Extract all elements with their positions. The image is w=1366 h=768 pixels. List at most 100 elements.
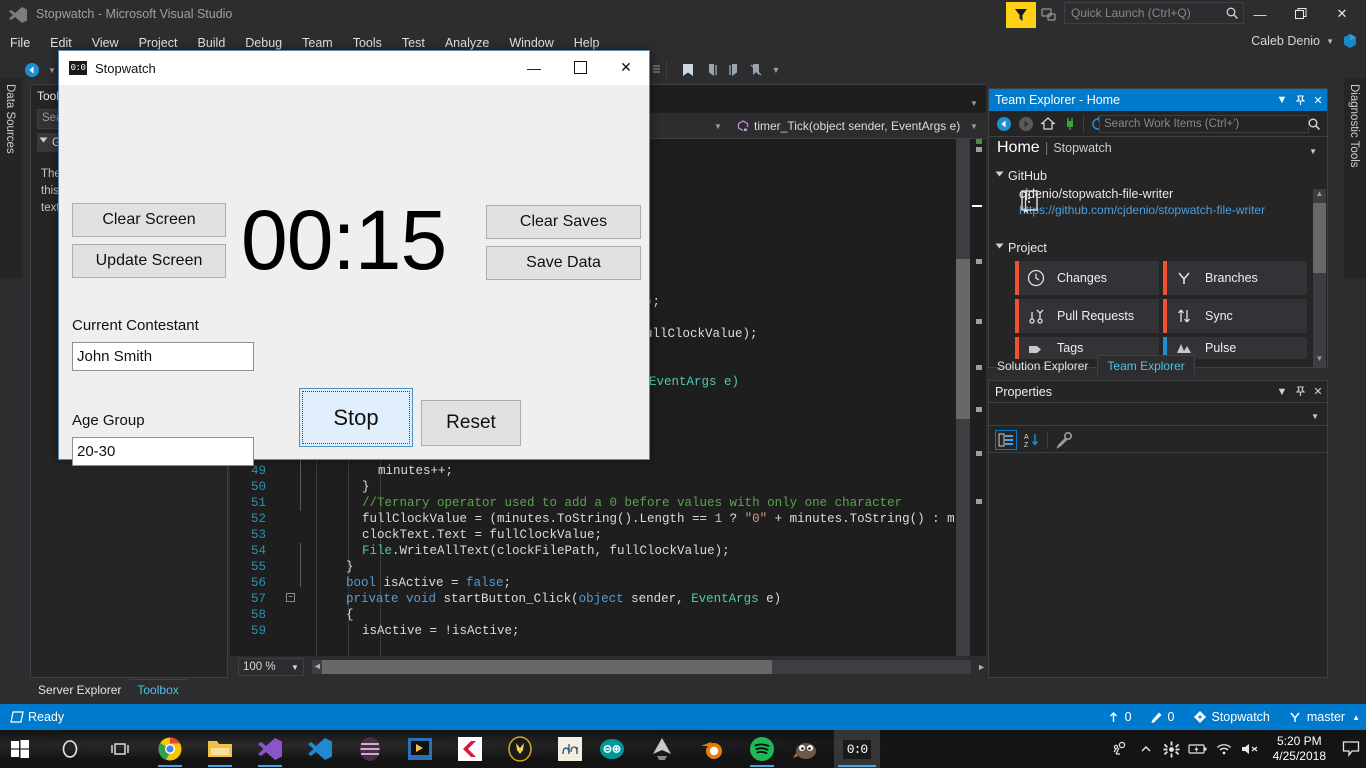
navigate-backward-icon[interactable] (22, 60, 42, 80)
previous-bookmark-icon[interactable] (702, 60, 722, 80)
inkscape-icon[interactable] (648, 735, 676, 763)
volume-muted-icon[interactable] (1237, 730, 1263, 768)
menu-file[interactable]: File (0, 33, 40, 53)
blender-icon[interactable] (698, 735, 726, 763)
pin-icon[interactable] (1291, 91, 1309, 109)
action-center-icon[interactable] (1336, 730, 1366, 768)
cortana-icon[interactable] (56, 735, 84, 763)
stop-button[interactable]: Stop (299, 388, 413, 447)
code-line[interactable]: 49 minutes++; (230, 463, 970, 479)
type-dropdown-caret-icon[interactable]: ▼ (714, 122, 722, 131)
clear-bookmarks-icon[interactable] (746, 60, 766, 80)
back-icon[interactable] (995, 115, 1013, 133)
taskbar-clock[interactable]: 5:20 PM 4/25/2018 (1273, 734, 1326, 764)
media-player-icon[interactable] (406, 735, 434, 763)
connect-icon[interactable] (1061, 115, 1079, 133)
status-repository[interactable]: Stopwatch (1193, 710, 1270, 724)
user-account-name[interactable]: Caleb Denio (1251, 34, 1320, 48)
battery-icon[interactable] (1185, 730, 1211, 768)
current-contestant-input[interactable] (72, 342, 254, 371)
breadcrumb-home[interactable]: Home (997, 139, 1040, 157)
code-line[interactable]: 52 fullClockValue = (minutes.ToString().L… (230, 511, 970, 527)
code-line[interactable]: 56 bool isActive = false; (230, 575, 970, 591)
file-explorer-icon[interactable] (206, 735, 234, 763)
code-line[interactable]: 57 − private void startButton_Click(object… (230, 591, 970, 607)
task-view-icon[interactable] (106, 735, 134, 763)
tile-pull-requests[interactable]: Pull Requests (1015, 299, 1159, 333)
quick-launch-input[interactable] (1065, 3, 1225, 23)
editor-scroll-thumb[interactable] (956, 259, 970, 419)
notifications-icon[interactable] (1040, 6, 1058, 24)
people-icon[interactable] (1107, 730, 1133, 768)
panel-menu-icon[interactable]: ▼ (1273, 383, 1291, 401)
properties-object-combo[interactable]: ▼ (989, 404, 1327, 426)
tab-solution-explorer[interactable]: Solution Explorer (988, 356, 1097, 376)
cura-icon[interactable] (456, 735, 484, 763)
status-unpublished-commits[interactable]: 0 (1107, 710, 1132, 724)
tab-server-explorer[interactable]: Server Explorer (30, 680, 129, 700)
code-line[interactable]: 59 isActive = !isActive; (230, 623, 970, 639)
stopwatch-maximize-button[interactable] (557, 51, 603, 84)
gimp-icon[interactable] (792, 735, 820, 763)
fold-toggle-icon[interactable]: − (286, 593, 295, 602)
close-icon[interactable]: ✕ (1309, 383, 1327, 401)
status-uncommitted-changes[interactable]: 0 (1150, 710, 1175, 724)
code-line[interactable]: 55} (230, 559, 970, 575)
chevron-up-icon[interactable]: ▲ (1352, 713, 1360, 722)
toggle-bookmark-icon[interactable] (678, 60, 698, 80)
zoom-level-combo[interactable]: 100 % ▼ (238, 658, 304, 676)
update-screen-button[interactable]: Update Screen (72, 244, 226, 278)
search-icon[interactable] (1305, 115, 1323, 133)
editor-options-caret-icon[interactable]: ▼ (970, 99, 978, 108)
member-dropdown-caret-icon[interactable]: ▼ (970, 122, 978, 131)
tab-team-explorer[interactable]: Team Explorer (1097, 355, 1195, 376)
section-project[interactable]: Project (995, 241, 1047, 255)
send-feedback-button[interactable] (1006, 2, 1036, 28)
stopwatch-close-button[interactable]: ✕ (603, 51, 649, 84)
musescore-icon[interactable] (556, 735, 584, 763)
minimize-button[interactable]: — (1240, 0, 1280, 28)
data-sources-dock[interactable]: Data Sources (0, 78, 22, 278)
github-repository-row[interactable]: cjdenio/stopwatch-file-writer https://gi… (1019, 187, 1265, 217)
editor-vertical-scrollbar[interactable] (956, 139, 970, 659)
stopwatch-taskbar-icon[interactable]: 0:0 (842, 735, 872, 763)
show-hidden-icons-icon[interactable] (1133, 730, 1159, 768)
repository-url[interactable]: https://github.com/cjdenio/stopwatch-fil… (1019, 203, 1265, 217)
arduino-icon[interactable] (598, 735, 626, 763)
team-explorer-scrollbar[interactable]: ▲ ▼ (1313, 189, 1326, 367)
tile-sync[interactable]: Sync (1163, 299, 1307, 333)
properties-icon[interactable] (1053, 430, 1075, 450)
visual-studio-icon[interactable] (256, 735, 284, 763)
vs-code-icon[interactable] (306, 735, 334, 763)
tile-branches[interactable]: Branches (1163, 261, 1307, 295)
home-icon[interactable] (1039, 115, 1057, 133)
next-bookmark-icon[interactable] (724, 60, 744, 80)
categorized-icon[interactable] (995, 430, 1017, 450)
tile-changes[interactable]: Changes (1015, 261, 1159, 295)
spotify-icon[interactable] (748, 735, 776, 763)
pin-icon[interactable] (1291, 383, 1309, 401)
alphabetical-icon[interactable]: AZ (1021, 430, 1043, 450)
fusion360-icon[interactable] (506, 735, 534, 763)
editor-horizontal-scrollbar[interactable]: ◄ (311, 660, 972, 674)
reset-button[interactable]: Reset (421, 400, 521, 446)
tab-toolbox[interactable]: Toolbox (129, 679, 187, 700)
quick-launch[interactable] (1064, 2, 1244, 24)
code-line[interactable]: 58 { (230, 607, 970, 623)
clear-saves-button[interactable]: Clear Saves (486, 205, 641, 239)
breadcrumb-dropdown-icon[interactable]: ▼ (1309, 147, 1317, 156)
clear-screen-button[interactable]: Clear Screen (72, 203, 226, 237)
stopwatch-minimize-button[interactable]: — (511, 51, 557, 84)
editor-hscroll-thumb[interactable] (321, 660, 772, 674)
ubuntu-icon[interactable] (356, 735, 384, 763)
start-button-icon[interactable] (10, 739, 30, 759)
close-icon[interactable]: ✕ (1309, 91, 1327, 109)
status-branch[interactable]: master ▲ (1288, 710, 1360, 724)
diagnostic-tools-dock[interactable]: Diagnostic Tools (1344, 78, 1366, 278)
search-work-items-input[interactable]: Search Work Items (Ctrl+') (1099, 115, 1309, 133)
code-line[interactable]: 53 clockText.Text = fullClockValue; (230, 527, 970, 543)
scroll-thumb[interactable] (1313, 203, 1326, 273)
save-data-button[interactable]: Save Data (486, 246, 641, 280)
toolbar-overflow-icon[interactable]: ▼ (766, 60, 786, 80)
close-button[interactable]: ✕ (1322, 0, 1362, 28)
